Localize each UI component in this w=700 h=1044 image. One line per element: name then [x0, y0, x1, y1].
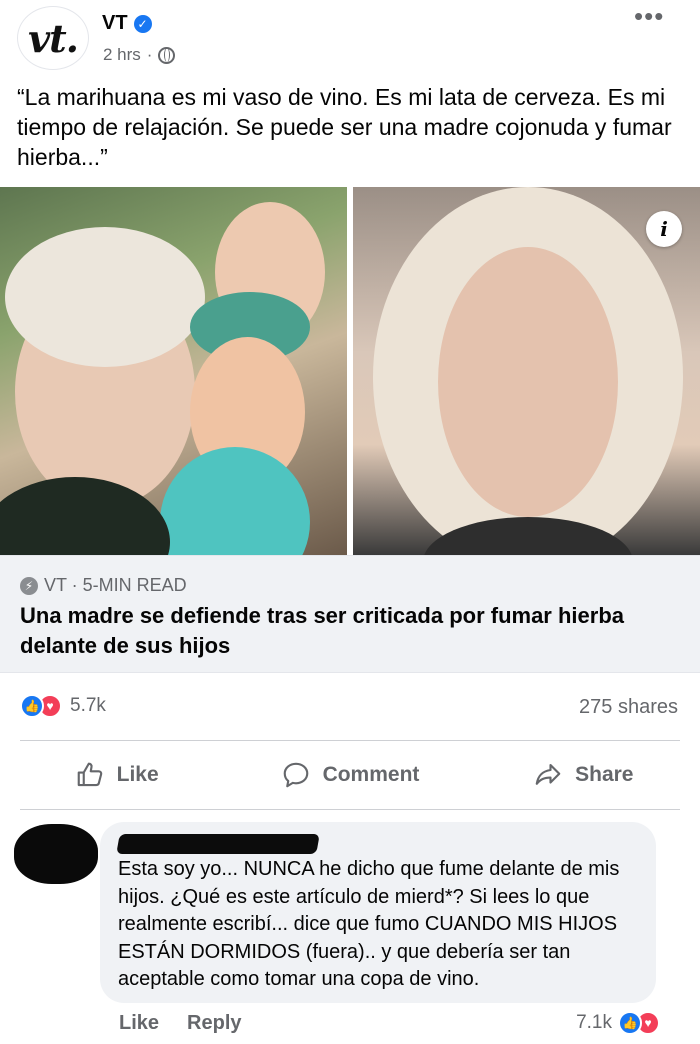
- post-header: vt. VT ✓ 2 hrs · •••: [0, 0, 700, 78]
- redacted-author-name[interactable]: [116, 834, 320, 854]
- like-label: Like: [116, 763, 159, 786]
- like-reaction-icon: 👍: [618, 1011, 642, 1035]
- post-text: “La marihuana es mi vaso de vino. Es mi …: [17, 84, 672, 170]
- divider: [20, 809, 680, 810]
- comment-reactions[interactable]: 7.1k 👍 ♥: [576, 1011, 660, 1035]
- family-photo: [0, 187, 347, 555]
- logo-text: vt.: [28, 15, 79, 61]
- page-name-label[interactable]: VT: [102, 12, 128, 35]
- reaction-icons: 👍 ♥: [20, 694, 62, 718]
- comment-label: Comment: [322, 763, 420, 786]
- page-name[interactable]: VT ✓: [102, 12, 152, 35]
- comment-actions: Like Reply: [119, 1012, 242, 1035]
- post-time[interactable]: 2 hrs: [103, 45, 141, 65]
- comment-reactions-count: 7.1k: [576, 1012, 612, 1033]
- post-actions: Like Comment Share: [0, 741, 700, 809]
- comment-reply-button[interactable]: Reply: [187, 1012, 241, 1035]
- mother-hair: [5, 227, 205, 367]
- share-label: Share: [575, 763, 634, 786]
- link-source: ⚡ VT · 5-MIN READ: [20, 575, 187, 596]
- comment-bubble: Esta soy yo... NUNCA he dicho que fume d…: [100, 822, 656, 1003]
- page-avatar[interactable]: vt.: [17, 6, 89, 70]
- reactions-summary[interactable]: 👍 ♥ 5.7k: [20, 694, 106, 718]
- share-arrow-icon: [535, 763, 561, 785]
- comment-like-button[interactable]: Like: [119, 1012, 159, 1035]
- verified-badge-icon: ✓: [133, 14, 152, 33]
- comment-reaction-icons: 👍 ♥: [618, 1011, 660, 1035]
- comment-button[interactable]: Comment: [233, 741, 466, 809]
- portrait-face: [438, 247, 618, 517]
- post-meta: 2 hrs ·: [103, 45, 176, 65]
- like-button[interactable]: Like: [0, 741, 233, 809]
- thumbs-up-icon: [77, 762, 102, 787]
- more-options-icon[interactable]: •••: [634, 3, 664, 29]
- shares-count[interactable]: 275 shares: [579, 696, 678, 719]
- reactions-count: 5.7k: [70, 695, 106, 716]
- link-preview-media[interactable]: i: [0, 187, 700, 555]
- comment-text: Esta soy yo... NUNCA he dicho que fume d…: [118, 858, 620, 990]
- portrait-photo: i: [353, 187, 700, 555]
- info-icon[interactable]: i: [646, 211, 682, 247]
- like-reaction-icon: 👍: [20, 694, 44, 718]
- meta-separator: ·: [146, 45, 153, 64]
- link-source-label: VT · 5-MIN READ: [44, 575, 187, 595]
- lightning-icon: ⚡: [20, 576, 38, 595]
- globe-icon: [158, 46, 176, 64]
- comment-icon: [283, 762, 308, 788]
- commenter-avatar[interactable]: [14, 824, 98, 884]
- link-card[interactable]: ⚡ VT · 5-MIN READ Una madre se defiende …: [0, 555, 700, 673]
- link-title[interactable]: Una madre se defiende tras ser criticada…: [20, 601, 685, 661]
- share-button[interactable]: Share: [467, 741, 700, 809]
